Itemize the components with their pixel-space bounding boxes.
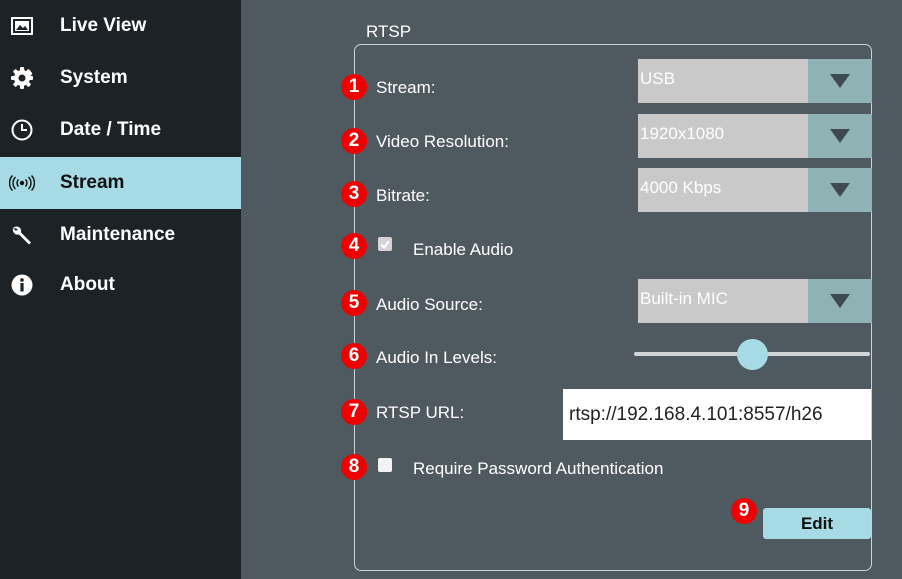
sidebar-item-system[interactable]: System (0, 52, 241, 104)
audio-level-slider-thumb[interactable] (736, 339, 768, 370)
marker-6: 6 (341, 343, 367, 369)
marker-1: 1 (341, 74, 367, 100)
sidebar-item-label: About (60, 274, 115, 295)
video-resolution-select-value: 1920x1080 (638, 114, 808, 158)
bitrate-select-value: 4000 Kbps (638, 168, 808, 212)
live-view-icon (2, 0, 42, 52)
rtsp-url-label: RTSP URL: (376, 403, 465, 422)
stream-select-value: USB (638, 59, 808, 103)
stream-label: Stream: (376, 78, 436, 97)
marker-7: 7 (341, 399, 367, 425)
gear-icon (2, 52, 42, 104)
stream-select[interactable]: USB (638, 59, 872, 103)
require-password-checkbox[interactable] (378, 458, 392, 472)
checkmark-icon (380, 239, 390, 249)
bitrate-label: Bitrate: (376, 186, 430, 205)
sidebar-item-maintenance[interactable]: Maintenance (0, 209, 241, 261)
require-password-label: Require Password Authentication (413, 459, 664, 478)
chevron-down-icon[interactable] (808, 114, 872, 158)
clock-icon (2, 104, 42, 156)
sidebar-item-label: Maintenance (60, 224, 176, 245)
audio-source-select[interactable]: Built-in MIC (638, 279, 872, 323)
edit-button[interactable]: Edit (763, 508, 871, 539)
enable-audio-checkbox[interactable] (378, 237, 392, 251)
video-resolution-select[interactable]: 1920x1080 (638, 114, 872, 158)
audio-source-select-value: Built-in MIC (638, 279, 808, 323)
chevron-down-icon[interactable] (808, 168, 872, 212)
audio-source-label: Audio Source: (376, 295, 483, 314)
enable-audio-label: Enable Audio (413, 240, 514, 259)
sidebar-item-date-time[interactable]: Date / Time (0, 104, 241, 156)
rtsp-url-field[interactable] (563, 389, 871, 440)
wrench-icon (2, 209, 42, 261)
marker-5: 5 (341, 290, 367, 316)
main-content: RTSP 1 Stream: USB 2 Video Resolution: 1… (241, 0, 902, 579)
chevron-down-icon[interactable] (808, 59, 872, 103)
marker-4: 4 (341, 233, 367, 259)
broadcast-icon (2, 157, 42, 209)
marker-9: 9 (731, 498, 757, 524)
video-resolution-label: Video Resolution: (376, 132, 509, 151)
sidebar-item-label: Stream (60, 172, 125, 193)
sidebar-item-label: Live View (60, 15, 147, 36)
bitrate-select[interactable]: 4000 Kbps (638, 168, 872, 212)
marker-3: 3 (341, 181, 367, 207)
marker-8: 8 (341, 454, 367, 480)
sidebar: Live View System Date / Time Stream Main… (0, 0, 241, 579)
marker-2: 2 (341, 128, 367, 154)
chevron-down-icon[interactable] (808, 279, 872, 323)
section-title: RTSP (366, 22, 412, 41)
sidebar-item-about[interactable]: About (0, 259, 241, 311)
sidebar-item-label: System (60, 67, 128, 88)
info-icon (2, 259, 42, 311)
audio-in-levels-label: Audio In Levels: (376, 348, 497, 367)
sidebar-item-stream[interactable]: Stream (0, 157, 241, 209)
sidebar-item-live-view[interactable]: Live View (0, 0, 241, 52)
sidebar-item-label: Date / Time (60, 119, 162, 140)
